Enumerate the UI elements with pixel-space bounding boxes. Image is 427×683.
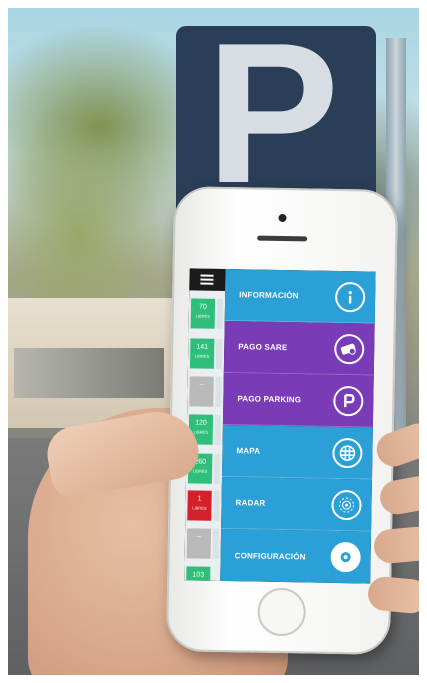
phone-screen: 70 LIBRES 141 LIBRES -- 120 LIBRES 260 L… (184, 268, 376, 584)
chip-divider (213, 453, 221, 484)
hamburger-menu-icon-bar (200, 282, 214, 285)
hamburger-menu-button[interactable] (189, 268, 226, 291)
availability-chip[interactable]: 70 LIBRES (190, 298, 216, 329)
chip-divider (215, 376, 222, 407)
chip-count: 120 (195, 419, 207, 427)
menu-item-label: RADAR (235, 498, 266, 508)
radar-icon (331, 489, 362, 521)
chip-label: LIBRES (194, 353, 210, 359)
home-button[interactable] (257, 587, 307, 637)
availability-chip[interactable]: 1 LIBRES (187, 490, 212, 521)
chip-count: -- (196, 533, 202, 541)
chip-divider (212, 528, 220, 559)
hamburger-menu-icon-bar (200, 278, 214, 281)
main-menu: INFORMACIÓN PAGO SARE PAGO PARKING MAPA … (220, 268, 376, 584)
chip-count: 103 (192, 571, 205, 579)
availability-chip[interactable]: 141 LIBRES (189, 338, 215, 369)
parking-availability-panel: 70 LIBRES 141 LIBRES -- 120 LIBRES 260 L… (184, 268, 226, 584)
availability-chip[interactable]: -- (186, 528, 212, 559)
chip-label: LIBRES (192, 505, 207, 511)
earpiece-speaker (257, 235, 308, 242)
menu-item-label: CONFIGURACIÓN (234, 550, 306, 561)
menu-item-label: MAPA (236, 446, 261, 456)
chip-count: 70 (199, 303, 207, 311)
photo-background: P 70 LIBRES 141 LIBRES -- 120 LIBRES 260… (8, 8, 419, 675)
menu-item-radar[interactable]: RADAR (221, 476, 372, 532)
hamburger-menu-icon (200, 274, 214, 277)
availability-chip[interactable]: 103 (185, 566, 211, 584)
chip-count: 1 (197, 495, 202, 503)
menu-item-label: PAGO PARKING (237, 394, 302, 405)
parking-p-icon (333, 385, 364, 417)
smartphone: 70 LIBRES 141 LIBRES -- 120 LIBRES 260 L… (165, 186, 399, 655)
chip-divider (216, 298, 224, 329)
front-camera-icon (278, 213, 287, 223)
chip-divider (213, 490, 220, 521)
ticket-payment-icon (333, 333, 365, 365)
menu-item-pago-parking[interactable]: PAGO PARKING (222, 372, 374, 428)
parking-sign-letter: P (206, 8, 340, 225)
chip-divider (215, 338, 223, 369)
menu-item-pago-sare[interactable]: PAGO SARE (223, 320, 375, 376)
menu-item-configuracion[interactable]: CONFIGURACIÓN (220, 528, 372, 584)
menu-item-label: PAGO SARE (238, 342, 288, 353)
settings-gear-icon (330, 541, 361, 573)
chip-count: 141 (196, 343, 209, 351)
building-window (14, 348, 164, 398)
info-icon (334, 281, 366, 313)
chip-label: LIBRES (195, 313, 210, 319)
menu-item-label: INFORMACIÓN (239, 290, 299, 301)
map-icon (332, 437, 363, 469)
chip-count: -- (199, 381, 204, 389)
menu-item-informacion[interactable]: INFORMACIÓN (224, 268, 376, 324)
menu-item-mapa[interactable]: MAPA (222, 424, 373, 480)
availability-chip[interactable]: -- (189, 376, 214, 407)
chip-divider (214, 414, 222, 445)
